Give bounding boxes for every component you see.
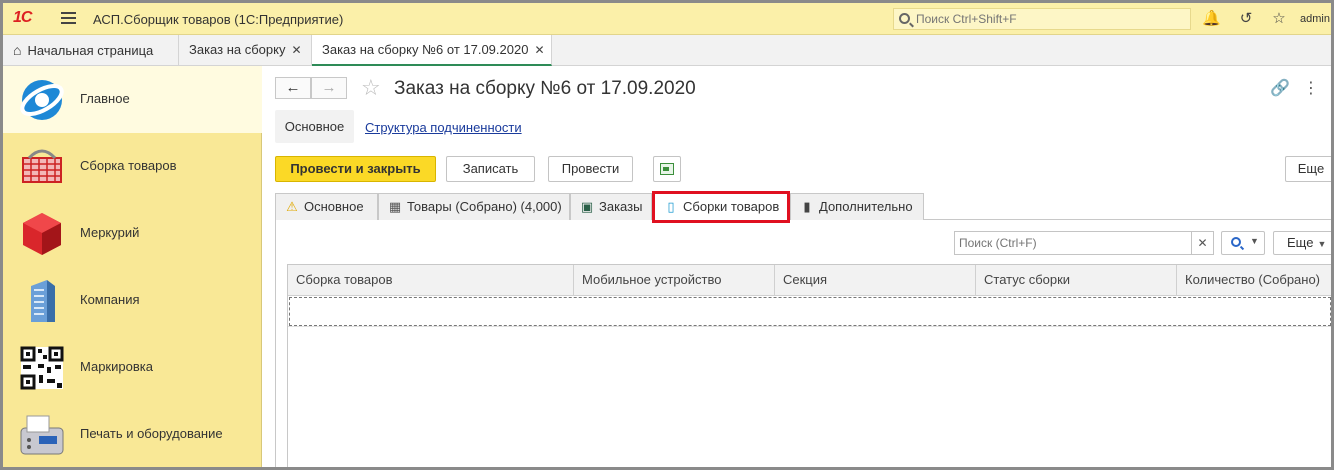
sidebar-item-label: Компания	[80, 292, 140, 307]
tab-label: Заказ на сборку	[189, 42, 286, 57]
building-icon	[31, 280, 55, 322]
table-more-button[interactable]: Еще ▼	[1273, 231, 1331, 255]
more-vert-icon[interactable]: ⋮	[1303, 78, 1319, 98]
table-search[interactable]: ✕	[954, 231, 1214, 255]
tab-label: Дополнительно	[819, 199, 913, 214]
app-logo: 1С	[13, 9, 32, 26]
card-icon: ▣	[580, 199, 594, 214]
column-header[interactable]: Сборка товаров	[288, 265, 574, 296]
post-button[interactable]: Провести	[548, 156, 633, 182]
cube-icon	[23, 213, 61, 255]
document-image-icon	[660, 163, 674, 175]
tab-additional[interactable]: ▮ Дополнительно	[790, 193, 924, 220]
search-icon	[1231, 237, 1241, 247]
search-icon	[899, 13, 910, 24]
column-header[interactable]: Секция	[775, 265, 976, 296]
chevron-down-icon: ▼	[1317, 239, 1327, 249]
sidebar-item-print[interactable]: Печать и оборудование	[3, 401, 262, 467]
sidebar-item-label: Печать и оборудование	[80, 426, 223, 441]
tab-label: Сборки товаров	[683, 199, 780, 214]
tab-label: Товары (Собрано) (4,000)	[407, 199, 562, 214]
comment-icon: ▮	[803, 199, 811, 214]
assemblies-table: Сборка товаров Мобильное устройство Секц…	[287, 264, 1331, 467]
tab-home[interactable]: ⌂ Начальная страница	[3, 35, 179, 66]
bell-icon[interactable]: 🔔	[1202, 10, 1221, 28]
tab-label: Основное	[304, 199, 364, 214]
chevron-down-icon: ▼	[1250, 236, 1259, 246]
app-title: АСП.Сборщик товаров (1С:Предприятие)	[93, 12, 344, 27]
sidebar-item-label: Маркировка	[80, 359, 153, 374]
global-search-input[interactable]	[916, 11, 1186, 27]
forward-button[interactable]: →	[311, 77, 347, 99]
globe-icon	[20, 80, 64, 120]
tab-orders[interactable]: ▣ Заказы	[570, 193, 652, 220]
pos-terminal-icon	[20, 415, 64, 455]
sidebar-item-label: Сборка товаров	[80, 158, 177, 173]
building-icon: ▦	[388, 199, 402, 214]
link-icon[interactable]: 🔗	[1270, 78, 1290, 98]
close-icon[interactable]: ✕	[534, 43, 544, 57]
document-form: ← → ☆ Заказ на сборку №6 от 17.09.2020 🔗…	[263, 66, 1331, 467]
basket-icon	[22, 149, 62, 183]
app-window: 1С АСП.Сборщик товаров (1С:Предприятие) …	[0, 0, 1334, 470]
table-search-input[interactable]	[959, 235, 1187, 251]
table-more-label: Еще	[1287, 235, 1314, 250]
sidebar-item-label: Меркурий	[80, 225, 140, 240]
mobile-icon: ▯	[667, 199, 675, 214]
tab-main[interactable]: ⚠ Основное	[275, 193, 378, 220]
global-search[interactable]	[893, 8, 1191, 30]
subnav-structure-link[interactable]: Структура подчиненности	[365, 120, 522, 135]
tab-assemblies[interactable]: ▯ Сборки товаров	[652, 191, 790, 223]
warning-icon: ⚠	[286, 199, 298, 214]
sidebar-item-main[interactable]: Главное	[3, 66, 262, 133]
history-icon[interactable]: ↺	[1237, 10, 1255, 28]
subnav-main[interactable]: Основное	[275, 110, 354, 143]
more-button[interactable]: Еще	[1285, 156, 1331, 182]
column-header[interactable]: Мобильное устройство	[574, 265, 775, 296]
page-title: Заказ на сборку №6 от 17.09.2020	[394, 78, 696, 99]
row-divider	[288, 326, 1331, 327]
report-button[interactable]	[653, 156, 681, 182]
home-icon: ⌂	[13, 42, 22, 58]
column-header[interactable]: Статус сборки	[976, 265, 1177, 296]
post-and-close-button[interactable]: Провести и закрыть	[275, 156, 436, 182]
user-name[interactable]: admin	[1300, 13, 1330, 25]
search-button[interactable]: ▼	[1221, 231, 1265, 255]
clear-icon[interactable]: ✕	[1191, 232, 1213, 254]
tab-goods[interactable]: ▦ Товары (Собрано) (4,000)	[378, 193, 570, 220]
sidebar-item-label: Главное	[80, 91, 130, 106]
sidebar-item-company[interactable]: Компания	[3, 267, 262, 334]
qr-code-icon	[20, 346, 64, 390]
favorite-star-icon[interactable]: ☆	[361, 75, 381, 101]
tab-label: Начальная страница	[27, 43, 154, 58]
sidebar-item-mercury[interactable]: Меркурий	[3, 200, 262, 267]
save-button[interactable]: Записать	[446, 156, 535, 182]
table-header: Сборка товаров Мобильное устройство Секц…	[288, 265, 1331, 296]
close-icon[interactable]: ✕	[291, 43, 301, 57]
tab-label: Заказ на сборку №6 от 17.09.2020	[322, 42, 529, 57]
form-tabs: ⚠ Основное ▦ Товары (Собрано) (4,000) ▣ Зак…	[275, 191, 1331, 223]
title-bar: 1С АСП.Сборщик товаров (1С:Предприятие) …	[3, 3, 1331, 35]
open-tabs: ⌂ Начальная страница Заказ на сборку ✕ Зак…	[3, 35, 1331, 66]
sidebar-item-picking[interactable]: Сборка товаров	[3, 133, 262, 200]
table-row[interactable]	[289, 297, 1331, 326]
sidebar-item-marking[interactable]: Маркировка	[3, 334, 262, 401]
tab-order-6[interactable]: Заказ на сборку №6 от 17.09.2020 ✕	[312, 35, 552, 66]
tab-label: Заказы	[599, 199, 643, 214]
menu-icon[interactable]	[61, 12, 76, 24]
star-icon[interactable]: ☆	[1270, 10, 1288, 28]
back-button[interactable]: ←	[275, 77, 311, 99]
column-header[interactable]: Количество (Собрано)	[1177, 265, 1331, 296]
tab-order-list[interactable]: Заказ на сборку ✕	[179, 35, 312, 66]
sidebar: Главное Сборка товаров Меркурий Компания…	[3, 66, 262, 467]
